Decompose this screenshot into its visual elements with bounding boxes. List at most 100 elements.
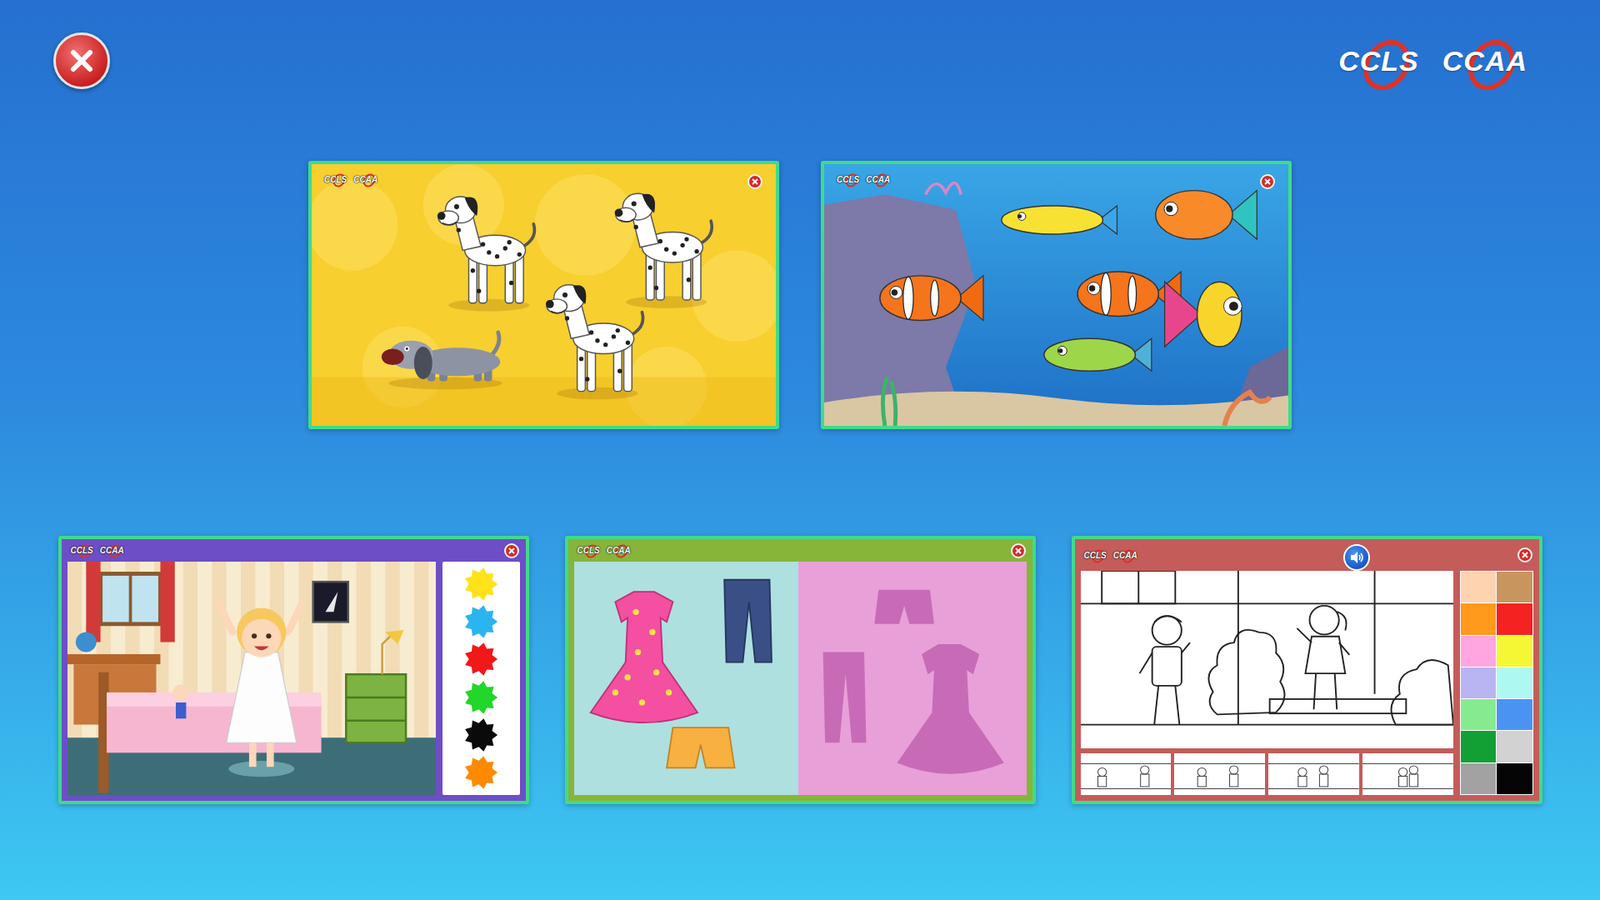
dalmatian-figure[interactable] — [615, 193, 713, 309]
logo-word: CCLS — [70, 545, 95, 556]
color-swatch[interactable] — [1496, 763, 1533, 795]
color-swatch[interactable] — [1496, 635, 1533, 667]
logo-word: CCAA — [605, 545, 632, 556]
brand-logo: CCLS CCAA — [1335, 41, 1531, 81]
dress-slot[interactable] — [896, 644, 1004, 775]
game-row: CCLS CCAA CCLS CCAA CCLS CCAA — [0, 535, 1600, 805]
card-logo: CCLS CCAA — [70, 545, 125, 556]
thumbnail-art — [1080, 753, 1172, 795]
dalmatian-figure[interactable] — [437, 196, 535, 312]
clothes-items — [574, 561, 799, 795]
color-palette — [1460, 570, 1534, 795]
paint-splat[interactable] — [461, 640, 500, 678]
card-close-button[interactable] — [747, 174, 763, 190]
card-logo: CCLSCCAA — [835, 174, 891, 185]
line-art — [1080, 570, 1454, 749]
card-header: CCLS CCAA — [568, 539, 1033, 562]
color-swatch[interactable] — [1496, 667, 1533, 699]
logo-word: CCAA — [352, 174, 379, 185]
card-close-button[interactable] — [504, 543, 520, 559]
dress-item[interactable] — [590, 591, 697, 723]
sound-button[interactable] — [1343, 544, 1370, 571]
card-close-button[interactable] — [1260, 174, 1275, 190]
thumbnail-art — [1362, 753, 1454, 795]
jeans-item[interactable] — [724, 580, 772, 663]
color-swatch[interactable] — [1460, 699, 1497, 730]
logo-word: CCLS — [576, 545, 601, 556]
card-logo: CCLS CCAA — [323, 174, 379, 185]
game-row: CCLSCCAACCLSCCAA — [0, 160, 1600, 430]
close-icon — [507, 546, 516, 555]
picture-thumbnail[interactable] — [1362, 753, 1454, 795]
logo-word: CCAA — [1112, 550, 1139, 561]
room-scene — [67, 561, 436, 795]
close-button[interactable] — [53, 32, 110, 90]
paint-palette — [442, 561, 520, 795]
fish-figure[interactable] — [1165, 281, 1243, 347]
color-swatch[interactable] — [1496, 730, 1533, 762]
fish-figure[interactable] — [1044, 338, 1152, 371]
close-icon — [1014, 546, 1023, 555]
picture-thumbnail[interactable] — [1174, 753, 1265, 795]
pants-slot[interactable] — [822, 652, 866, 744]
card-logo: CCLS CCAA — [576, 545, 632, 556]
speaker-icon — [1348, 549, 1365, 566]
dalmatian-figure[interactable] — [545, 285, 644, 400]
logo-word: CCAA — [99, 545, 125, 556]
game-card[interactable]: CCLS CCAA — [58, 535, 530, 805]
paint-splat[interactable] — [461, 603, 500, 640]
color-swatch[interactable] — [1460, 730, 1497, 762]
logo-word: CCAA — [865, 174, 891, 185]
shorts-item[interactable] — [666, 727, 735, 768]
close-icon — [67, 46, 96, 75]
logo-word: CCLS — [1083, 550, 1108, 561]
thumbnail-art — [1268, 753, 1360, 795]
thumbnail-art — [1174, 753, 1265, 795]
paint-splat[interactable] — [461, 565, 500, 603]
shorts-slot[interactable] — [874, 590, 935, 625]
fish-figure[interactable] — [880, 275, 984, 321]
color-swatch[interactable] — [1460, 603, 1497, 635]
clothes-tray — [574, 561, 799, 795]
clothes-silhouettes — [798, 561, 1027, 795]
picture-thumbnail[interactable] — [1080, 753, 1172, 795]
card-body — [1075, 570, 1540, 801]
fish-figure[interactable] — [1155, 190, 1258, 240]
color-swatch[interactable] — [1460, 571, 1497, 603]
color-swatch[interactable] — [1460, 667, 1497, 699]
color-swatch[interactable] — [1460, 635, 1497, 667]
card-close-button[interactable] — [1010, 543, 1026, 559]
card-logo: CCLS CCAA — [1083, 550, 1139, 561]
game-card[interactable]: CCLSCCAA — [820, 160, 1292, 430]
color-swatch[interactable] — [1496, 603, 1533, 635]
game-card[interactable]: CCLS CCAA — [1071, 535, 1543, 805]
card-header: CCLS CCAA — [1075, 539, 1540, 571]
paint-splat[interactable] — [461, 679, 500, 716]
color-swatch[interactable] — [1496, 571, 1533, 603]
top-bar: CCLS CCAA — [0, 32, 1600, 90]
card-close-button[interactable] — [1517, 547, 1533, 563]
game-grid: CCLSCCAACCLSCCAACCLSCCAACCLSCCAACCLSCCAA — [0, 160, 1600, 805]
fish-figure[interactable] — [1001, 205, 1118, 235]
color-swatch[interactable] — [1460, 763, 1497, 795]
card-body — [61, 561, 526, 801]
logo-word: CCLS — [323, 174, 348, 185]
close-icon — [1520, 550, 1530, 560]
clothes-targets — [798, 561, 1027, 795]
dogs-scene — [311, 164, 776, 426]
logo-word: CCLS — [1335, 41, 1423, 81]
paint-splat[interactable] — [461, 754, 500, 791]
basset-figure[interactable] — [381, 332, 503, 390]
bedroom-picture[interactable] — [67, 561, 436, 795]
close-icon — [750, 177, 760, 186]
fish-scene — [824, 164, 1289, 426]
game-card[interactable]: CCLS CCAA — [308, 160, 780, 430]
color-swatch[interactable] — [1496, 699, 1533, 730]
coloring-page[interactable] — [1080, 570, 1454, 749]
game-card[interactable]: CCLS CCAA — [565, 535, 1036, 805]
picture-thumbnail[interactable] — [1268, 753, 1360, 795]
logo-word: CCAA — [1439, 41, 1531, 81]
paint-splat[interactable] — [461, 716, 500, 754]
close-icon — [1263, 177, 1272, 186]
picture-strip — [1080, 753, 1454, 795]
